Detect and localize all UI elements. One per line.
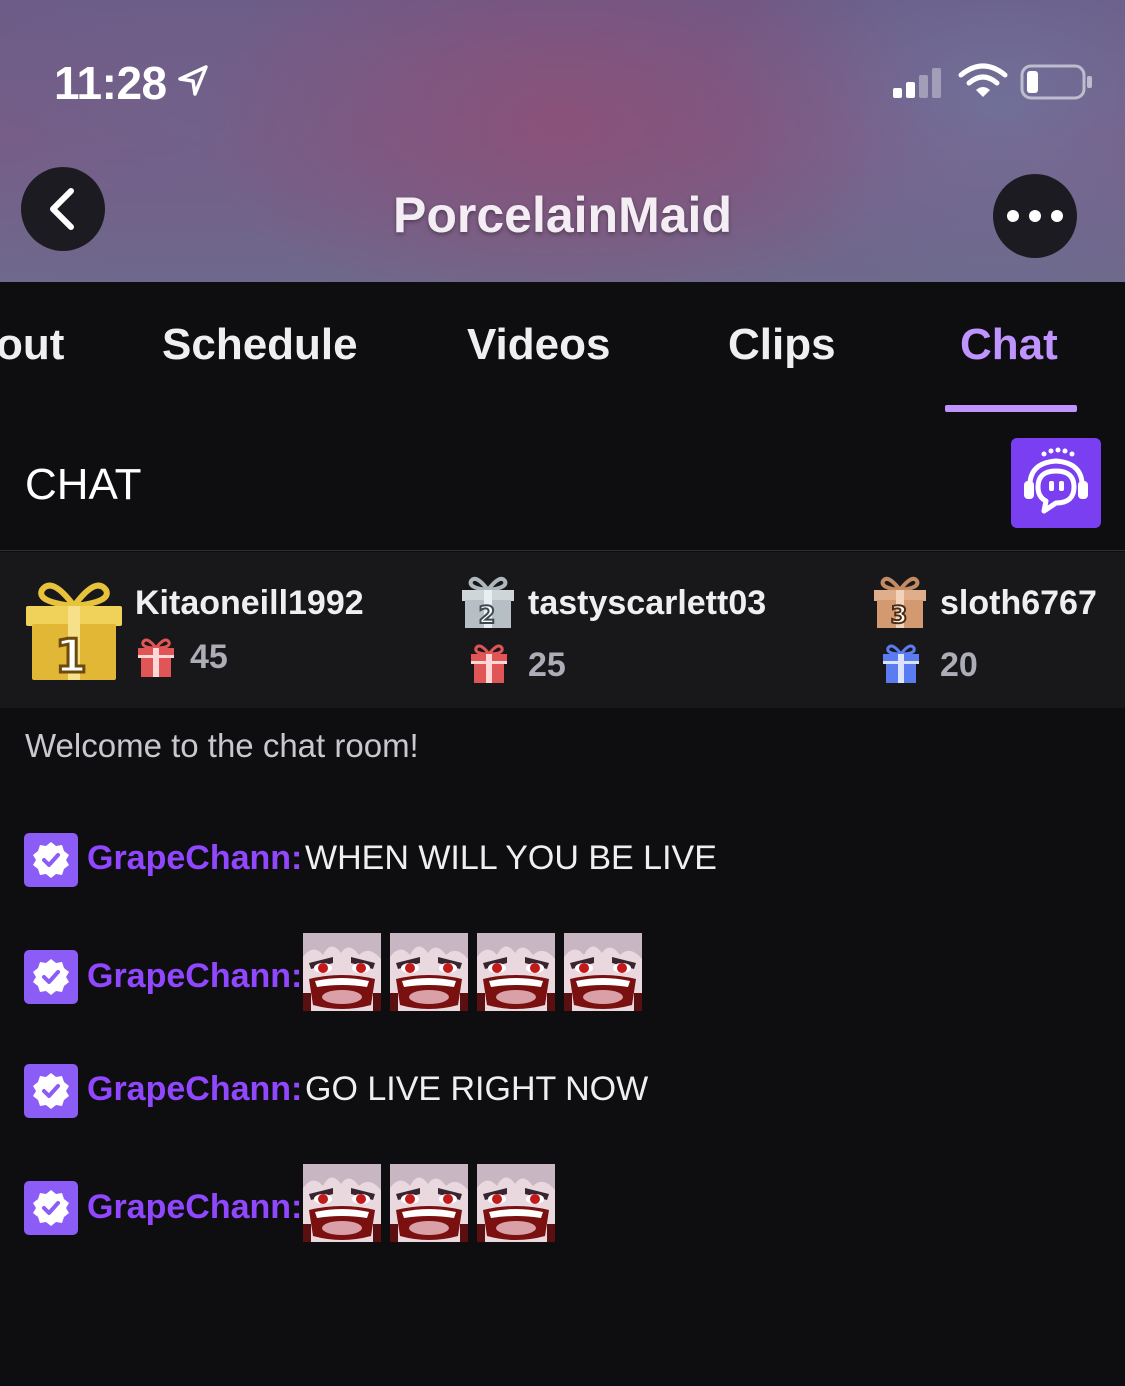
message-username[interactable]: GrapeChann: <box>87 839 302 878</box>
channel-title: PorcelainMaid <box>393 187 732 243</box>
blue-gift-icon <box>883 644 919 683</box>
emote-image <box>390 933 468 1011</box>
verified-check-icon <box>33 1190 69 1226</box>
tab-videos[interactable]: Videos <box>467 320 610 370</box>
channel-header: 11:28 PorcelainMaid <box>0 0 1125 282</box>
active-tab-indicator <box>945 405 1077 412</box>
emote-image <box>390 1164 468 1242</box>
tab-schedule[interactable]: Schedule <box>162 320 358 370</box>
message-username[interactable]: GrapeChann: <box>87 1188 302 1227</box>
chat-header: CHAT <box>0 412 1125 551</box>
battery-icon <box>1020 64 1092 100</box>
signal-icon <box>893 68 941 98</box>
location-arrow-icon <box>178 65 208 96</box>
channel-tabs: out Schedule Videos Clips Chat <box>0 282 1125 412</box>
verified-check-icon <box>33 1073 69 1109</box>
emote-image <box>303 933 381 1011</box>
chat-message[interactable]: GrapeChann: <box>24 933 1104 1013</box>
silver-gift-rank-icon: 2 <box>462 576 514 630</box>
leaderboard-username: tastyscarlett03 <box>528 584 767 622</box>
svg-text:3: 3 <box>891 601 908 629</box>
emote-image <box>477 933 555 1011</box>
gift-count: 20 <box>940 646 978 684</box>
message-text: GO LIVE RIGHT NOW <box>305 1070 649 1108</box>
leaderboard-username: Kitaoneill1992 <box>135 584 364 622</box>
emote-image <box>477 1164 555 1242</box>
verified-badge <box>24 1064 78 1118</box>
chatbot-button[interactable] <box>1011 438 1101 528</box>
tab-clips[interactable]: Clips <box>728 320 836 370</box>
red-gift-icon <box>471 644 507 683</box>
more-dots-icon <box>1007 210 1063 222</box>
message-text: WHEN WILL YOU BE LIVE <box>305 839 717 877</box>
verified-check-icon <box>33 959 69 995</box>
chatbot-icon <box>1024 447 1088 514</box>
gift-count: 25 <box>528 646 566 684</box>
svg-text:2: 2 <box>479 601 496 629</box>
status-time: 11:28 <box>54 57 167 109</box>
chat-title: CHAT <box>25 460 142 509</box>
verified-badge <box>24 833 78 887</box>
leaderboard-entry-3[interactable]: 3 sloth6767 20 <box>860 552 1125 708</box>
verified-check-icon <box>33 842 69 878</box>
message-username[interactable]: GrapeChann: <box>87 957 302 996</box>
chat-message[interactable]: GrapeChann: GO LIVE RIGHT NOW <box>24 1064 1104 1144</box>
gift-leaderboard: 1 Kitaoneill1992 45 2 tastyscarlett03 25… <box>0 552 1125 708</box>
gift-count: 45 <box>190 638 228 676</box>
emote-image <box>303 1164 381 1242</box>
leaderboard-entry-1[interactable]: 1 Kitaoneill1992 45 <box>0 552 440 708</box>
chat-message[interactable]: GrapeChann: <box>24 1164 1104 1244</box>
wifi-icon <box>958 63 1008 97</box>
chat-message[interactable]: GrapeChann: WHEN WILL YOU BE LIVE <box>24 833 1104 913</box>
gold-gift-rank-icon: 1 <box>26 582 122 682</box>
tab-chat[interactable]: Chat <box>960 320 1058 370</box>
tab-about[interactable]: out <box>0 320 64 370</box>
svg-text:1: 1 <box>55 629 87 682</box>
verified-badge <box>24 950 78 1004</box>
verified-badge <box>24 1181 78 1235</box>
welcome-message: Welcome to the chat room! <box>25 727 419 764</box>
bronze-gift-rank-icon: 3 <box>874 576 926 630</box>
emote-image <box>564 933 642 1011</box>
red-gift-icon <box>138 638 174 677</box>
leaderboard-entry-2[interactable]: 2 tastyscarlett03 25 <box>440 552 860 708</box>
message-username[interactable]: GrapeChann: <box>87 1070 302 1109</box>
more-options-button[interactable] <box>993 174 1077 258</box>
leaderboard-username: sloth6767 <box>940 584 1097 622</box>
